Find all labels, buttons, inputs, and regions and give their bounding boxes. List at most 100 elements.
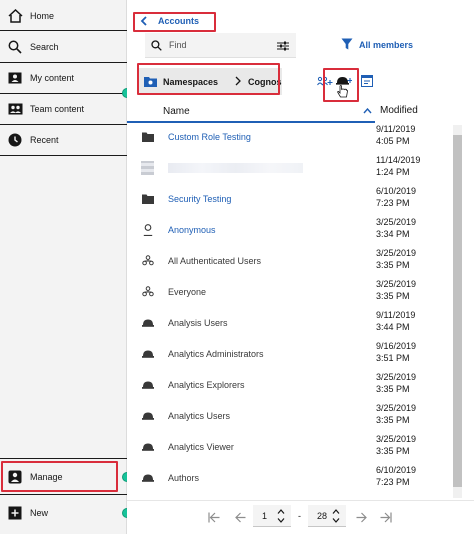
row-name: Authors — [168, 473, 200, 483]
breadcrumb: Namespaces Cognos — [139, 68, 282, 95]
all-members-filter[interactable]: All members — [341, 38, 413, 52]
table-row[interactable]: Security Testing 6/10/2019 7:23 PM — [127, 184, 462, 215]
row-name: Analytics Explorers — [168, 380, 245, 390]
nav-manage-label: Manage — [30, 472, 63, 482]
row-name: All Authenticated Users — [168, 256, 262, 266]
nav-new[interactable]: New — [0, 498, 127, 528]
cursor-hand-icon — [337, 85, 349, 100]
search-placeholder: Find — [169, 40, 187, 50]
row-modified-date: 3/25/2019 — [376, 217, 417, 227]
row-modified-date: 3/25/2019 — [376, 403, 417, 413]
scrollbar[interactable] — [453, 125, 462, 498]
nav-divider — [0, 458, 127, 459]
table-row[interactable]: Analytics Explorers 3/25/2019 3:35 PM — [127, 370, 462, 401]
nav-team-content[interactable]: Team content — [0, 94, 127, 124]
next-page-button[interactable] — [351, 507, 371, 527]
add-group-icon — [317, 76, 333, 89]
nav-manage[interactable]: Manage — [0, 462, 127, 492]
row-modified-time: 7:23 PM — [376, 198, 410, 208]
chevron-right-icon — [235, 76, 241, 88]
table-row[interactable]: Custom Role Testing 9/11/2019 4:05 PM — [127, 122, 462, 153]
chevron-down-icon[interactable] — [331, 516, 341, 524]
chevron-left-icon — [140, 16, 148, 28]
column-header-name[interactable]: Name — [163, 106, 190, 117]
folder-icon — [141, 131, 155, 143]
table-row[interactable]: All Authenticated Users 3/25/2019 3:35 PM — [127, 246, 462, 277]
filter-label: All members — [359, 40, 414, 50]
nav-new-label: New — [30, 508, 49, 518]
row-modified-time: 3:35 PM — [376, 446, 410, 456]
column-header-modified[interactable]: Modified — [380, 105, 418, 116]
table-header: Name Modified — [127, 100, 474, 123]
manage-icon — [7, 469, 23, 485]
accounts-back-button[interactable]: Accounts — [133, 13, 215, 31]
table-row[interactable]: Analysis Users 9/11/2019 3:44 PM — [127, 308, 462, 339]
table-row[interactable]: Everyone 3/25/2019 3:35 PM — [127, 277, 462, 308]
group-icon — [141, 255, 155, 267]
table-row[interactable]: 11/14/2019 1:24 PM — [127, 153, 462, 184]
main-panel: Accounts Find All members Namespaces Cog… — [127, 0, 474, 534]
home-icon — [7, 8, 23, 24]
role-icon — [141, 379, 155, 391]
search-icon — [151, 40, 162, 53]
nav-home[interactable]: Home — [0, 1, 127, 31]
row-modified-date: 3/25/2019 — [376, 434, 417, 444]
redacted-icon — [141, 161, 154, 175]
previous-page-button[interactable] — [230, 507, 250, 527]
accounts-title: Accounts — [158, 16, 200, 26]
row-modified-date: 11/14/2019 — [376, 155, 421, 165]
group-icon — [141, 286, 155, 298]
row-modified-time: 3:35 PM — [376, 384, 410, 394]
nav-search[interactable]: Search — [0, 32, 127, 62]
last-page-button[interactable] — [376, 507, 396, 527]
nav-divider — [0, 494, 127, 495]
nav-recent-label: Recent — [30, 135, 59, 145]
nav-my-content[interactable]: My content — [0, 63, 127, 93]
row-name[interactable]: Anonymous — [168, 225, 216, 235]
row-modified-time: 4:05 PM — [376, 136, 410, 146]
row-modified-date: 9/11/2019 — [376, 310, 416, 320]
nav-team-content-label: Team content — [30, 104, 85, 114]
chevron-up-icon[interactable] — [331, 507, 341, 515]
search-icon — [7, 39, 23, 55]
properties-button[interactable] — [359, 74, 375, 90]
first-page-button[interactable] — [204, 507, 224, 527]
row-name[interactable]: Custom Role Testing — [168, 132, 251, 142]
chevron-up-icon[interactable] — [276, 507, 286, 515]
current-page-value: 1 — [262, 511, 268, 521]
namespace-icon — [144, 76, 157, 89]
left-nav: Home Search My content Team content Rece… — [0, 0, 127, 534]
role-icon — [141, 410, 155, 422]
table-row[interactable]: Analytics Administrators 9/16/2019 3:51 PM — [127, 339, 462, 370]
sort-ascending-icon[interactable] — [363, 106, 372, 116]
scrollbar-thumb[interactable] — [453, 135, 462, 487]
redacted-name — [168, 163, 303, 173]
folder-icon — [141, 193, 155, 205]
row-name: Analysis Users — [168, 318, 228, 328]
table-row[interactable]: Authors 6/10/2019 7:23 PM — [127, 463, 462, 494]
row-name[interactable]: Security Testing — [168, 194, 231, 204]
row-modified-date: 3/25/2019 — [376, 248, 417, 258]
nav-recent[interactable]: Recent — [0, 125, 127, 155]
table-row[interactable]: Analytics Users 3/25/2019 3:35 PM — [127, 401, 462, 432]
row-modified-time: 1:24 PM — [376, 167, 410, 177]
row-name: Analytics Administrators — [168, 349, 264, 359]
role-icon — [141, 317, 155, 329]
current-page-stepper[interactable]: 1 — [253, 505, 291, 527]
sliders-icon[interactable] — [277, 41, 289, 53]
nav-home-label: Home — [30, 10, 55, 21]
add-group-button[interactable] — [317, 74, 333, 90]
total-pages-stepper[interactable]: 28 — [308, 505, 346, 527]
table-row[interactable]: Analytics Viewer 3/25/2019 3:35 PM — [127, 432, 462, 463]
team-folder-icon — [7, 101, 23, 117]
row-modified-time: 3:44 PM — [376, 322, 410, 332]
table-row[interactable]: Anonymous 3/25/2019 3:34 PM — [127, 215, 462, 246]
properties-icon — [361, 75, 373, 89]
chevron-down-icon[interactable] — [276, 516, 286, 524]
row-modified-time: 3:35 PM — [376, 291, 410, 301]
role-icon — [141, 472, 155, 484]
row-name: Everyone — [168, 287, 207, 297]
search-input[interactable]: Find — [145, 33, 296, 58]
user-folder-icon — [7, 70, 23, 86]
breadcrumb-namespaces[interactable]: Namespaces — [163, 77, 218, 87]
